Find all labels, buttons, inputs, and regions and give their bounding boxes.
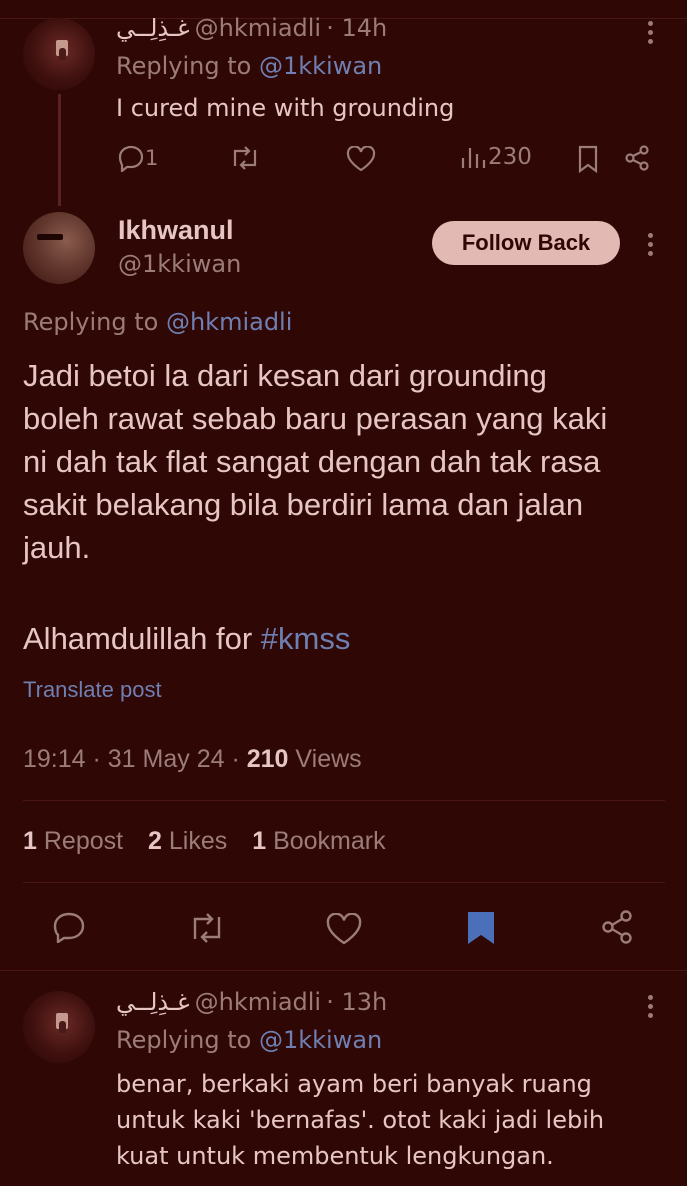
divider	[23, 800, 665, 801]
main-more-icon[interactable]	[648, 233, 654, 260]
reply1-views-icon[interactable]	[460, 146, 486, 170]
main-share-button[interactable]	[600, 910, 634, 944]
likes-stat[interactable]: 2 Likes	[148, 827, 227, 855]
hashtag-link[interactable]: #kmss	[261, 621, 351, 656]
reply2-time: · 13h	[326, 988, 388, 1016]
reply-icon	[53, 912, 85, 943]
divider	[23, 882, 665, 883]
like-icon	[326, 913, 362, 945]
reply1-display-name[interactable]: غـذِلِــي	[116, 14, 190, 42]
reply1-more-icon[interactable]	[648, 21, 654, 48]
main-handle[interactable]: @1kkiwan	[118, 250, 241, 278]
divider	[0, 970, 687, 971]
main-bookmark-button[interactable]	[466, 910, 496, 946]
reply1-replying-to: Replying to @1kkiwan	[116, 52, 383, 80]
main-reply-button[interactable]	[52, 911, 86, 943]
avatar-hkmiadli[interactable]	[23, 18, 95, 90]
avatar-hkmiadli[interactable]	[23, 991, 95, 1063]
reply1-time: · 14h	[326, 14, 388, 42]
bookmark-icon	[468, 912, 494, 944]
views-count: 210	[246, 745, 289, 773]
bookmarks-stat[interactable]: 1 Bookmark	[252, 827, 385, 855]
reply1-replying-link[interactable]: @1kkiwan	[259, 52, 382, 80]
reply1-reply-count: 1	[145, 146, 159, 170]
reply-icon	[118, 145, 144, 172]
thread-line	[58, 94, 61, 206]
reply2-replying-link[interactable]: @1kkiwan	[259, 1026, 382, 1054]
main-tweet-text: Jadi betoi la dari kesan dari grounding …	[23, 358, 608, 565]
repost-icon	[193, 913, 221, 943]
reply1-bookmark-button[interactable]	[577, 145, 599, 173]
views-icon	[461, 148, 486, 168]
reply2-handle[interactable]: @hkmiadli	[195, 988, 321, 1016]
like-icon	[346, 146, 376, 172]
reply1-reply-button[interactable]	[117, 144, 147, 172]
translate-post-link[interactable]: Translate post	[23, 677, 162, 703]
reply1-views-count: 230	[488, 144, 532, 170]
main-replying-to: Replying to @hkmiadli	[23, 308, 293, 336]
bookmark-icon	[578, 145, 598, 173]
reply1-share-button[interactable]	[624, 145, 650, 171]
main-display-name[interactable]: Ikhwanul	[118, 215, 234, 246]
reply1-text: I cured mine with grounding	[116, 94, 455, 122]
main-repost-button[interactable]	[188, 913, 226, 943]
share-icon	[625, 145, 649, 171]
reply2-replying-to: Replying to @1kkiwan	[116, 1026, 383, 1054]
main-replying-link[interactable]: @hkmiadli	[166, 308, 292, 336]
reply2-more-icon[interactable]	[648, 995, 654, 1022]
reply1-handle[interactable]: @hkmiadli	[195, 14, 321, 42]
reposts-stat[interactable]: 1 Repost	[23, 827, 123, 855]
reply2-header: غـذِلِــي @hkmiadli · 13h	[116, 988, 387, 1016]
reply1-like-button[interactable]	[346, 146, 376, 172]
reply1-header: غـذِلِــي @hkmiadli · 14h	[116, 14, 387, 42]
reply1-repost-button[interactable]	[229, 146, 261, 170]
repost-icon	[233, 146, 257, 170]
follow-back-button[interactable]: Follow Back	[432, 221, 620, 265]
avatar-1kkiwan[interactable]	[23, 212, 95, 284]
tweet-timestamp: 19:14 · 31 May 24 · 210 Views	[23, 745, 362, 773]
main-like-button[interactable]	[326, 913, 362, 945]
main-tweet-text-2: Alhamdulillah for #kmss	[23, 621, 351, 656]
share-icon	[602, 910, 632, 944]
reply2-text: benar, berkaki ayam beri banyak ruang un…	[116, 1070, 605, 1170]
engagement-stats: 1 Repost 2 Likes 1 Bookmark	[23, 827, 386, 856]
reply2-display-name[interactable]: غـذِلِــي	[116, 988, 190, 1016]
